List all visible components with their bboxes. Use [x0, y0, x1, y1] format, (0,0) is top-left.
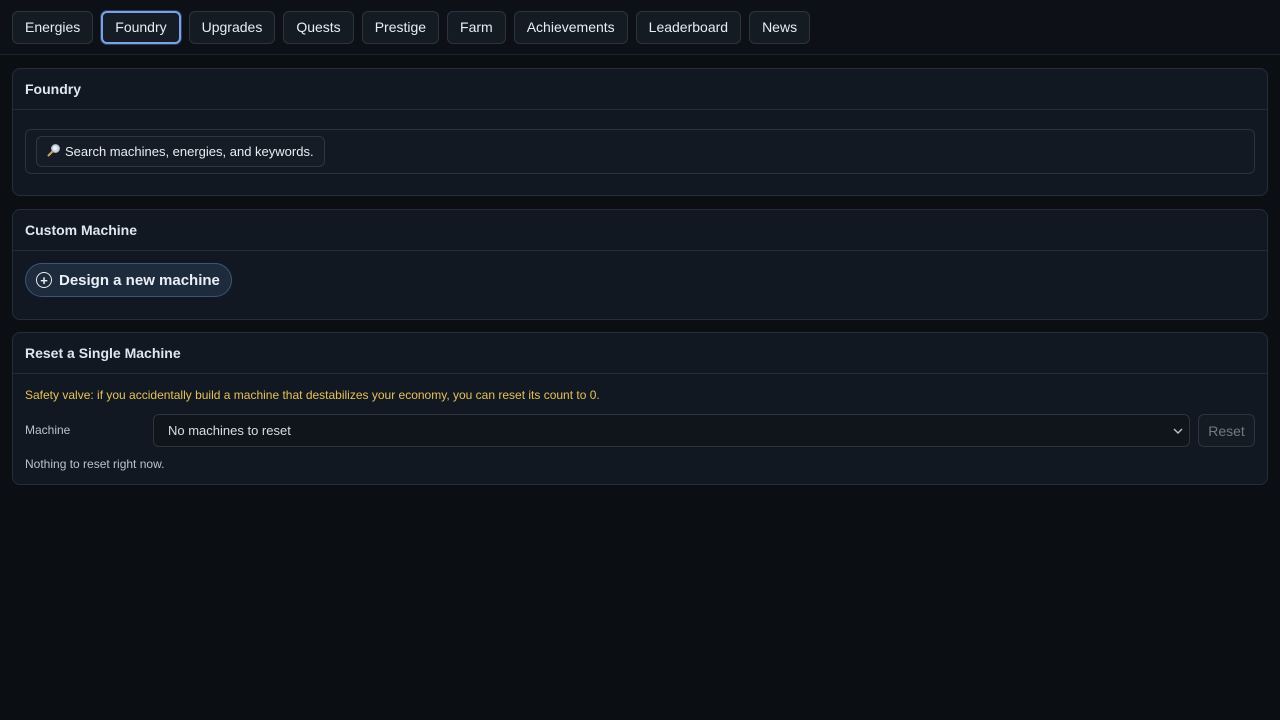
search-button[interactable]: Search machines, energies, and keywords. — [36, 136, 325, 167]
tab-news[interactable]: News — [749, 10, 811, 44]
tab-achievements[interactable]: Achievements — [513, 10, 628, 44]
safety-warning: Safety valve: if you accidentally build … — [25, 388, 600, 402]
machine-select-value: No machines to reset — [168, 423, 291, 438]
tab-foundry[interactable]: Foundry — [101, 10, 181, 44]
reset-button[interactable]: Reset — [1198, 414, 1255, 447]
plus-circle-icon: + — [36, 272, 52, 288]
tab-leaderboard[interactable]: Leaderboard — [635, 10, 742, 44]
magnifier-icon — [47, 143, 61, 160]
foundry-title: Foundry — [13, 69, 1267, 110]
empty-message: Nothing to reset right now. — [25, 457, 165, 471]
custom-machine-panel: Custom Machine + Design a new machine — [12, 209, 1268, 320]
tab-bar: Energies Foundry Upgrades Quests Prestig… — [0, 0, 1280, 55]
foundry-panel: Foundry Search machines, energies, and k… — [12, 68, 1268, 196]
tab-quests[interactable]: Quests — [283, 10, 354, 44]
search-label: Search machines, energies, and keywords. — [65, 144, 314, 159]
tab-upgrades[interactable]: Upgrades — [188, 10, 276, 44]
machine-select[interactable]: No machines to reset — [153, 414, 1190, 447]
tab-prestige[interactable]: Prestige — [361, 10, 440, 44]
reset-machine-panel: Reset a Single Machine Safety valve: if … — [12, 332, 1268, 485]
tab-energies[interactable]: Energies — [12, 10, 94, 44]
machine-label: Machine — [25, 423, 71, 437]
chevron-down-icon — [1173, 425, 1183, 437]
design-machine-button[interactable]: + Design a new machine — [25, 263, 232, 297]
tab-farm[interactable]: Farm — [447, 10, 506, 44]
custom-machine-title: Custom Machine — [13, 210, 1267, 251]
reset-machine-title: Reset a Single Machine — [13, 333, 1267, 374]
design-machine-label: Design a new machine — [59, 271, 220, 289]
search-area: Search machines, energies, and keywords. — [25, 129, 1255, 174]
